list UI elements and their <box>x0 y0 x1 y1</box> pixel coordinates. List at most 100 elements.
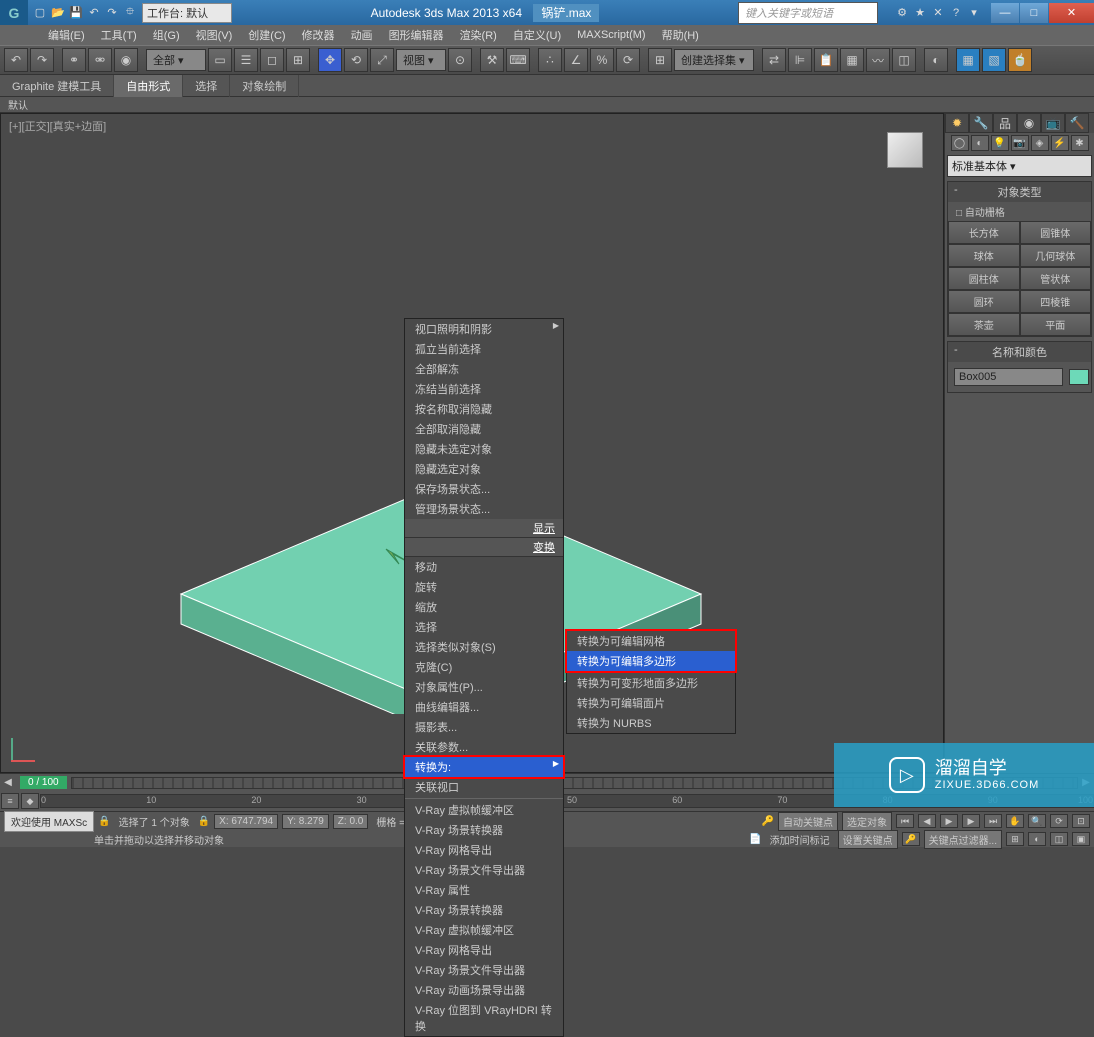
menu-grapheditors[interactable]: 图形编辑器 <box>381 25 452 45</box>
spinner-snap-button[interactable]: ⟳ <box>616 48 640 72</box>
nav-pan-icon[interactable]: ✋ <box>1006 814 1024 828</box>
cm-unfreeze-all[interactable]: 全部解冻 <box>405 359 563 379</box>
sm-nurbs[interactable]: 转换为 NURBS <box>567 713 735 733</box>
tab-modify-icon[interactable]: 🔧 <box>969 113 993 133</box>
pivot-button[interactable]: ⊙ <box>448 48 472 72</box>
cm-unhide-all[interactable]: 全部取消隐藏 <box>405 419 563 439</box>
key-icon[interactable]: 🔑 <box>762 816 774 827</box>
tab-motion-icon[interactable]: ◉ <box>1017 113 1041 133</box>
sm-editable-patch[interactable]: 转换为可编辑面片 <box>567 693 735 713</box>
menu-create[interactable]: 创建(C) <box>240 25 293 45</box>
align-button[interactable]: ⊫ <box>788 48 812 72</box>
cm-hide-sel[interactable]: 隐藏选定对象 <box>405 459 563 479</box>
qat-new-icon[interactable]: ▢ <box>32 5 48 21</box>
trackbar-key-icon[interactable]: ◆ <box>21 793 39 809</box>
lock-sel-icon[interactable]: 🔒 <box>198 816 210 827</box>
infocenter-icon[interactable]: ⚙ <box>894 5 910 21</box>
shapes-icon[interactable]: ◐ <box>971 135 989 151</box>
cm-vray-mesh-exp[interactable]: V-Ray 网格导出 <box>405 840 563 860</box>
rotate-button[interactable]: ⟲ <box>344 48 368 72</box>
sm-editable-poly[interactable]: 转换为可编辑多边形 <box>567 651 735 671</box>
ribbon-tab-selection[interactable]: 选择 <box>183 75 230 97</box>
maximize-button[interactable]: □ <box>1020 3 1048 23</box>
rendered-frame-button[interactable]: ▧ <box>982 48 1006 72</box>
keyfilter-button[interactable]: 关键点过滤器... <box>924 830 1002 849</box>
btn-cylinder[interactable]: 圆柱体 <box>948 267 1020 290</box>
menu-views[interactable]: 视图(V) <box>188 25 241 45</box>
menu-maxscript[interactable]: MAXScript(M) <box>569 27 653 43</box>
btn-tube[interactable]: 管状体 <box>1020 267 1092 290</box>
cm-viewport-lighting[interactable]: 视口照明和阴影 <box>405 319 563 339</box>
cm-vray-anim-exp[interactable]: V-Ray 动画场景导出器 <box>405 980 563 1000</box>
cm-unhide-name[interactable]: 按名称取消隐藏 <box>405 399 563 419</box>
nav-fov-icon[interactable]: ◐ <box>1028 832 1046 846</box>
cm-vray-scene-conv2[interactable]: V-Ray 场景转换器 <box>405 900 563 920</box>
menu-animation[interactable]: 动画 <box>343 25 381 45</box>
timeslider-left-icon[interactable]: ◀ <box>0 777 16 788</box>
qat-undo-icon[interactable]: ↶ <box>86 5 102 21</box>
cm-wire-params[interactable]: 关联参数... <box>405 737 563 757</box>
app-icon[interactable]: G <box>0 0 28 25</box>
graphite-button[interactable]: ▦ <box>840 48 864 72</box>
sm-deformable-poly[interactable]: 转换为可变形地面多边形 <box>567 673 735 693</box>
viewcube[interactable] <box>887 132 923 168</box>
play-prev-icon[interactable]: ◀ <box>918 814 936 828</box>
systems-icon[interactable]: ✱ <box>1071 135 1089 151</box>
cm-scale[interactable]: 缩放 <box>405 597 563 617</box>
cm-freeze-sel[interactable]: 冻结当前选择 <box>405 379 563 399</box>
spacewarps-icon[interactable]: ⚡ <box>1051 135 1069 151</box>
ribbon-tab-freeform[interactable]: 自由形式 <box>114 75 183 97</box>
cm-convert-to[interactable]: 转换为: <box>405 757 563 777</box>
tab-hierarchy-icon[interactable]: 品 <box>993 113 1017 133</box>
cameras-icon[interactable]: 📷 <box>1011 135 1029 151</box>
workspace-selector[interactable]: 工作台: 默认 <box>142 3 232 23</box>
nav-maxtoggle-icon[interactable]: ▣ <box>1072 832 1090 846</box>
cm-object-props[interactable]: 对象属性(P)... <box>405 677 563 697</box>
help-icon[interactable]: ? <box>948 5 964 21</box>
object-color-swatch[interactable] <box>1069 369 1089 385</box>
setkey-button[interactable]: 设置关键点 <box>838 830 898 849</box>
render-button[interactable]: 🍵 <box>1008 48 1032 72</box>
nav-zoom-icon[interactable]: 🔍 <box>1028 814 1046 828</box>
nav-zoomext-icon[interactable]: ⊞ <box>1006 832 1024 846</box>
select-name-button[interactable]: ☰ <box>234 48 258 72</box>
lock-icon[interactable]: 🔒 <box>98 816 110 827</box>
cm-curve-editor[interactable]: 曲线编辑器... <box>405 697 563 717</box>
qat-save-icon[interactable]: 💾 <box>68 5 84 21</box>
autogrid-checkbox[interactable]: □ 自动栅格 <box>948 202 1091 221</box>
btn-sphere[interactable]: 球体 <box>948 244 1020 267</box>
menu-tools[interactable]: 工具(T) <box>93 25 145 45</box>
btn-torus[interactable]: 圆环 <box>948 290 1020 313</box>
object-name-input[interactable]: Box005 <box>954 368 1063 386</box>
cm-move[interactable]: 移动 <box>405 557 563 577</box>
undo-button[interactable]: ↶ <box>4 48 28 72</box>
cm-clone[interactable]: 克隆(C) <box>405 657 563 677</box>
btn-teapot[interactable]: 茶壶 <box>948 313 1020 336</box>
helpers-icon[interactable]: ◈ <box>1031 135 1049 151</box>
btn-pyramid[interactable]: 四棱锥 <box>1020 290 1092 313</box>
close-button[interactable]: ✕ <box>1049 3 1094 23</box>
maxscript-listener[interactable]: 欢迎使用 MAXSc <box>4 811 94 832</box>
cm-hide-unsel[interactable]: 隐藏未选定对象 <box>405 439 563 459</box>
curve-editor-button[interactable]: 〰 <box>866 48 890 72</box>
cm-vray-scene-conv[interactable]: V-Ray 场景转换器 <box>405 820 563 840</box>
cm-vray-vfb[interactable]: V-Ray 虚拟帧缓冲区 <box>405 800 563 820</box>
cm-rotate[interactable]: 旋转 <box>405 577 563 597</box>
cm-vray-vfb2[interactable]: V-Ray 虚拟帧缓冲区 <box>405 920 563 940</box>
redo-button[interactable]: ↷ <box>30 48 54 72</box>
named-selset-button[interactable]: ⊞ <box>648 48 672 72</box>
move-button[interactable]: ✥ <box>318 48 342 72</box>
coord-z[interactable]: Z: 0.0 <box>333 814 369 829</box>
play-next-icon[interactable]: ▶ <box>962 814 980 828</box>
play-icon[interactable]: ▶ <box>940 814 958 828</box>
help-search-input[interactable]: 键入关键字或短语 <box>738 2 878 24</box>
cm-select-similar[interactable]: 选择类似对象(S) <box>405 637 563 657</box>
keyfilter-icon[interactable]: 🔑 <box>902 832 920 846</box>
cm-isolate[interactable]: 孤立当前选择 <box>405 339 563 359</box>
play-end-icon[interactable]: ⏭ <box>984 814 1002 828</box>
btn-plane[interactable]: 平面 <box>1020 313 1092 336</box>
render-setup-button[interactable]: ▦ <box>956 48 980 72</box>
tab-utilities-icon[interactable]: 🔨 <box>1065 113 1089 133</box>
qat-link-icon[interactable]: ⯐ <box>122 5 138 21</box>
percent-snap-button[interactable]: % <box>590 48 614 72</box>
